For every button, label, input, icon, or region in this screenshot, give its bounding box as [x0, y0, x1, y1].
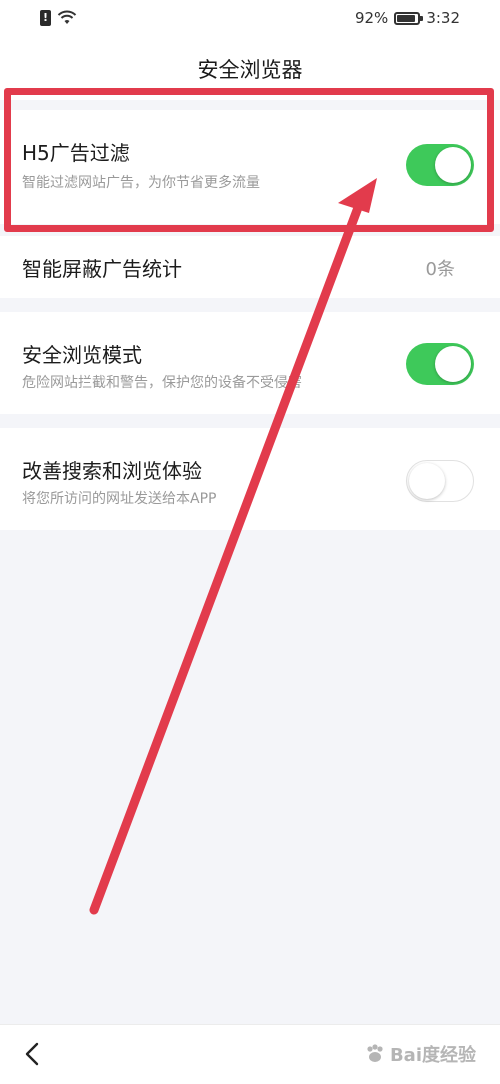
- improve-experience-toggle[interactable]: [406, 460, 474, 502]
- safe-browsing-toggle[interactable]: [406, 343, 474, 385]
- battery-percent: 92%: [354, 9, 389, 27]
- setting-h5-ad-filter[interactable]: H5广告过滤 智能过滤网站广告，为你节省更多流量: [0, 110, 500, 224]
- setting-subtitle: 将您所访问的网址发送给本APP: [22, 491, 217, 507]
- setting-title: 智能屏蔽广告统计: [22, 257, 182, 281]
- setting-title: 改善搜索和浏览体验: [22, 459, 202, 483]
- status-bar: ! 92% 3:32: [0, 0, 500, 40]
- setting-ad-block-stats[interactable]: 智能屏蔽广告统计 0条: [0, 236, 500, 298]
- page-title: 安全浏览器: [197, 58, 303, 82]
- battery-icon: [394, 11, 424, 25]
- watermark: Bai度经验: [364, 1041, 476, 1067]
- toggle-knob: [409, 463, 445, 499]
- h5-ad-filter-toggle[interactable]: [406, 144, 474, 186]
- chevron-left-icon[interactable]: [18, 1039, 48, 1069]
- status-left: !: [40, 10, 77, 26]
- page-header: 安全浏览器: [0, 40, 500, 100]
- ad-block-count: 0条: [425, 259, 455, 280]
- battery-fill: [397, 14, 416, 22]
- bottom-bar: Bai度经验: [0, 1024, 500, 1084]
- toggle-knob: [435, 346, 471, 382]
- setting-title: 安全浏览模式: [22, 343, 142, 367]
- toggle-knob: [435, 147, 471, 183]
- alert-icon: !: [40, 10, 51, 26]
- setting-subtitle: 智能过滤网站广告，为你节省更多流量: [22, 175, 260, 191]
- setting-title: H5广告过滤: [22, 141, 130, 165]
- setting-safe-browsing[interactable]: 安全浏览模式 危险网站拦截和警告，保护您的设备不受侵害: [0, 312, 500, 414]
- setting-subtitle: 危险网站拦截和警告，保护您的设备不受侵害: [22, 375, 302, 391]
- clock: 3:32: [426, 9, 460, 27]
- status-right: 92% 3:32: [355, 9, 460, 27]
- paw-logo-icon: [367, 1044, 383, 1062]
- wifi-icon: [57, 10, 77, 24]
- watermark-text: Bai度经验: [389, 1045, 476, 1066]
- setting-improve-experience[interactable]: 改善搜索和浏览体验 将您所访问的网址发送给本APP: [0, 428, 500, 530]
